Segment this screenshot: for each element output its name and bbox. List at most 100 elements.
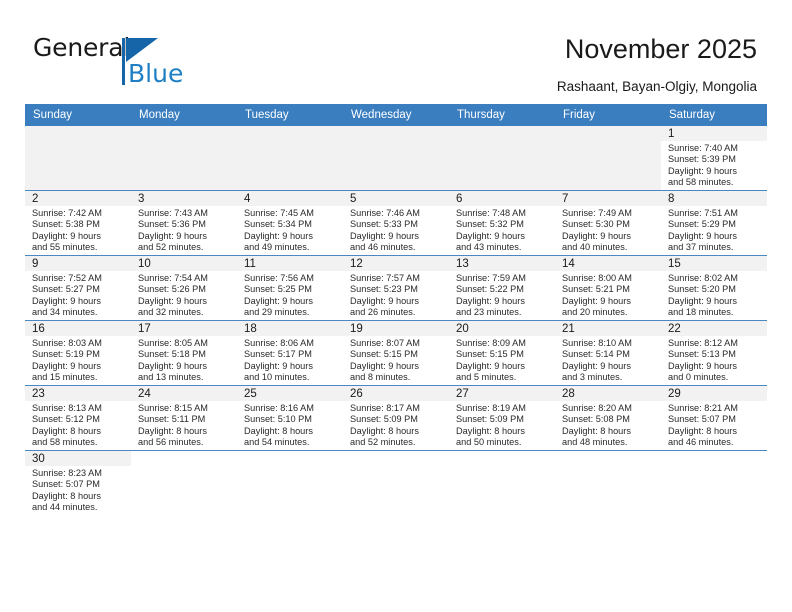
calendar-day-cell[interactable]: 26 Sunrise: 8:17 AM Sunset: 5:09 PM Dayligh… — [343, 385, 449, 451]
calendar-day-cell[interactable]: 17 Sunrise: 8:05 AM Sunset: 5:18 PM Dayligh… — [131, 320, 237, 386]
day-details: Sunrise: 8:06 AM Sunset: 5:17 PM Daylight:… — [237, 336, 343, 384]
calendar-day-cell[interactable]: 27 Sunrise: 8:19 AM Sunset: 5:09 PM Dayligh… — [449, 385, 555, 451]
sunset-text: Sunset: 5:27 PM — [32, 284, 100, 295]
daylight-text-line1: Daylight: 9 hours — [32, 230, 101, 241]
day-details: Sunrise: 7:54 AM Sunset: 5:26 PM Daylight:… — [131, 271, 237, 319]
calendar-day-cell[interactable]: 2 Sunrise: 7:42 AM Sunset: 5:38 PM Daylight… — [25, 190, 131, 256]
day-details: Sunrise: 8:17 AM Sunset: 5:09 PM Daylight:… — [343, 401, 449, 449]
day-details: Sunrise: 8:00 AM Sunset: 5:21 PM Daylight:… — [555, 271, 661, 319]
general-blue-logo[interactable]: General Blue — [33, 34, 213, 94]
calendar-day-cell[interactable]: 24 Sunrise: 8:15 AM Sunset: 5:11 PM Dayligh… — [131, 385, 237, 451]
sunset-text: Sunset: 5:22 PM — [456, 284, 524, 295]
weekday-saturday: Saturday — [661, 104, 767, 126]
calendar-day-cell[interactable] — [449, 450, 555, 515]
calendar-day-cell[interactable] — [237, 450, 343, 515]
calendar-day-cell[interactable]: 21 Sunrise: 8:10 AM Sunset: 5:14 PM Dayligh… — [555, 320, 661, 386]
calendar-day-cell[interactable]: 4 Sunrise: 7:45 AM Sunset: 5:34 PM Daylight… — [237, 190, 343, 256]
sunset-text: Sunset: 5:17 PM — [244, 349, 312, 360]
day-content — [343, 126, 449, 190]
calendar-day-cell[interactable]: 16 Sunrise: 8:03 AM Sunset: 5:19 PM Dayligh… — [25, 320, 131, 386]
sunrise-text: Sunrise: 7:57 AM — [350, 273, 420, 283]
calendar-day-cell[interactable]: 25 Sunrise: 8:16 AM Sunset: 5:10 PM Dayligh… — [237, 385, 343, 451]
daylight-text-line2: and 58 minutes. — [668, 176, 734, 187]
day-number: 12 — [343, 256, 449, 271]
day-details: Sunrise: 8:19 AM Sunset: 5:09 PM Daylight:… — [449, 401, 555, 449]
calendar-day-cell[interactable]: 13 Sunrise: 7:59 AM Sunset: 5:22 PM Dayligh… — [449, 255, 555, 321]
calendar-day-cell[interactable]: 20 Sunrise: 8:09 AM Sunset: 5:15 PM Dayligh… — [449, 320, 555, 386]
sunset-text: Sunset: 5:38 PM — [32, 219, 100, 230]
sunrise-text: Sunrise: 7:49 AM — [562, 208, 632, 218]
daylight-text-line1: Daylight: 8 hours — [456, 425, 525, 436]
day-details: Sunrise: 8:13 AM Sunset: 5:12 PM Daylight:… — [25, 401, 131, 449]
day-content: 2 Sunrise: 7:42 AM Sunset: 5:38 PM Daylight… — [25, 191, 131, 255]
calendar-day-cell[interactable]: 14 Sunrise: 8:00 AM Sunset: 5:21 PM Dayligh… — [555, 255, 661, 321]
calendar-day-cell[interactable]: 22 Sunrise: 8:12 AM Sunset: 5:13 PM Dayligh… — [661, 320, 767, 386]
daylight-text-line2: and 0 minutes. — [668, 371, 729, 382]
day-details: Sunrise: 8:07 AM Sunset: 5:15 PM Daylight:… — [343, 336, 449, 384]
calendar-day-cell[interactable]: 15 Sunrise: 8:02 AM Sunset: 5:20 PM Dayligh… — [661, 255, 767, 321]
calendar-day-cell[interactable]: 1 Sunrise: 7:40 AM Sunset: 5:39 PM Daylight… — [661, 126, 767, 191]
calendar-day-cell[interactable]: 8 Sunrise: 7:51 AM Sunset: 5:29 PM Daylight… — [661, 190, 767, 256]
day-details: Sunrise: 8:15 AM Sunset: 5:11 PM Daylight:… — [131, 401, 237, 449]
daylight-text-line2: and 58 minutes. — [32, 436, 98, 447]
sunrise-text: Sunrise: 8:00 AM — [562, 273, 632, 283]
calendar-day-cell[interactable]: 5 Sunrise: 7:46 AM Sunset: 5:33 PM Daylight… — [343, 190, 449, 256]
day-content: 11 Sunrise: 7:56 AM Sunset: 5:25 PM Dayligh… — [237, 256, 343, 320]
sunset-text: Sunset: 5:09 PM — [456, 414, 524, 425]
calendar-day-cell[interactable]: 7 Sunrise: 7:49 AM Sunset: 5:30 PM Daylight… — [555, 190, 661, 256]
calendar-day-cell[interactable]: 28 Sunrise: 8:20 AM Sunset: 5:08 PM Dayligh… — [555, 385, 661, 451]
day-details: Sunrise: 7:59 AM Sunset: 5:22 PM Daylight:… — [449, 271, 555, 319]
calendar-day-cell[interactable]: 18 Sunrise: 8:06 AM Sunset: 5:17 PM Dayligh… — [237, 320, 343, 386]
calendar-day-cell[interactable]: 29 Sunrise: 8:21 AM Sunset: 5:07 PM Dayligh… — [661, 385, 767, 451]
calendar-week-row: 23 Sunrise: 8:13 AM Sunset: 5:12 PM Dayligh… — [25, 385, 767, 451]
logo-text-blue: Blue — [128, 59, 184, 88]
day-content: 29 Sunrise: 8:21 AM Sunset: 5:07 PM Dayligh… — [661, 386, 767, 450]
calendar-day-cell[interactable]: 3 Sunrise: 7:43 AM Sunset: 5:36 PM Daylight… — [131, 190, 237, 256]
calendar-header-row: Sunday Monday Tuesday Wednesday Thursday… — [25, 104, 767, 126]
calendar-day-cell[interactable] — [343, 450, 449, 515]
sunrise-text: Sunrise: 8:06 AM — [244, 338, 314, 348]
day-details: Sunrise: 8:23 AM Sunset: 5:07 PM Daylight:… — [25, 466, 131, 514]
calendar-day-cell[interactable]: 10 Sunrise: 7:54 AM Sunset: 5:26 PM Dayligh… — [131, 255, 237, 321]
sunset-text: Sunset: 5:23 PM — [350, 284, 418, 295]
day-content: 23 Sunrise: 8:13 AM Sunset: 5:12 PM Dayligh… — [25, 386, 131, 450]
calendar-day-cell[interactable]: 19 Sunrise: 8:07 AM Sunset: 5:15 PM Dayligh… — [343, 320, 449, 386]
calendar-day-cell[interactable]: 6 Sunrise: 7:48 AM Sunset: 5:32 PM Daylight… — [449, 190, 555, 256]
day-content: 4 Sunrise: 7:45 AM Sunset: 5:34 PM Daylight… — [237, 191, 343, 255]
daylight-text-line2: and 20 minutes. — [562, 306, 628, 317]
calendar-day-cell[interactable] — [343, 126, 449, 191]
daylight-text-line2: and 18 minutes. — [668, 306, 734, 317]
day-details: Sunrise: 8:21 AM Sunset: 5:07 PM Daylight:… — [661, 401, 767, 449]
calendar-day-cell[interactable] — [237, 126, 343, 191]
day-content — [449, 126, 555, 190]
day-number: 23 — [25, 386, 131, 401]
daylight-text-line1: Daylight: 8 hours — [244, 425, 313, 436]
calendar-day-cell[interactable]: 9 Sunrise: 7:52 AM Sunset: 5:27 PM Daylight… — [25, 255, 131, 321]
day-content: 15 Sunrise: 8:02 AM Sunset: 5:20 PM Dayligh… — [661, 256, 767, 320]
sunset-text: Sunset: 5:19 PM — [32, 349, 100, 360]
daylight-text-line2: and 40 minutes. — [562, 241, 628, 252]
calendar-day-cell[interactable] — [131, 450, 237, 515]
day-content: 24 Sunrise: 8:15 AM Sunset: 5:11 PM Dayligh… — [131, 386, 237, 450]
calendar-grid: Sunday Monday Tuesday Wednesday Thursday… — [25, 104, 767, 515]
calendar-day-cell[interactable]: 30 Sunrise: 8:23 AM Sunset: 5:07 PM Dayligh… — [25, 450, 131, 515]
calendar-day-cell[interactable] — [131, 126, 237, 191]
calendar-day-cell[interactable]: 12 Sunrise: 7:57 AM Sunset: 5:23 PM Dayligh… — [343, 255, 449, 321]
day-number: 25 — [237, 386, 343, 401]
calendar-day-cell[interactable] — [555, 126, 661, 191]
calendar-day-cell[interactable] — [555, 450, 661, 515]
day-content — [555, 126, 661, 190]
sunset-text: Sunset: 5:20 PM — [668, 284, 736, 295]
daylight-text-line1: Daylight: 9 hours — [244, 360, 313, 371]
calendar-day-cell[interactable] — [449, 126, 555, 191]
calendar-day-cell[interactable] — [25, 126, 131, 191]
day-number: 22 — [661, 321, 767, 336]
daylight-text-line1: Daylight: 8 hours — [32, 425, 101, 436]
sunrise-text: Sunrise: 7:56 AM — [244, 273, 314, 283]
day-content: 30 Sunrise: 8:23 AM Sunset: 5:07 PM Dayligh… — [25, 451, 131, 515]
calendar-day-cell[interactable]: 11 Sunrise: 7:56 AM Sunset: 5:25 PM Dayligh… — [237, 255, 343, 321]
calendar-day-cell[interactable]: 23 Sunrise: 8:13 AM Sunset: 5:12 PM Dayligh… — [25, 385, 131, 451]
daylight-text-line1: Daylight: 8 hours — [668, 425, 737, 436]
day-number: 7 — [555, 191, 661, 206]
calendar-day-cell[interactable] — [661, 450, 767, 515]
